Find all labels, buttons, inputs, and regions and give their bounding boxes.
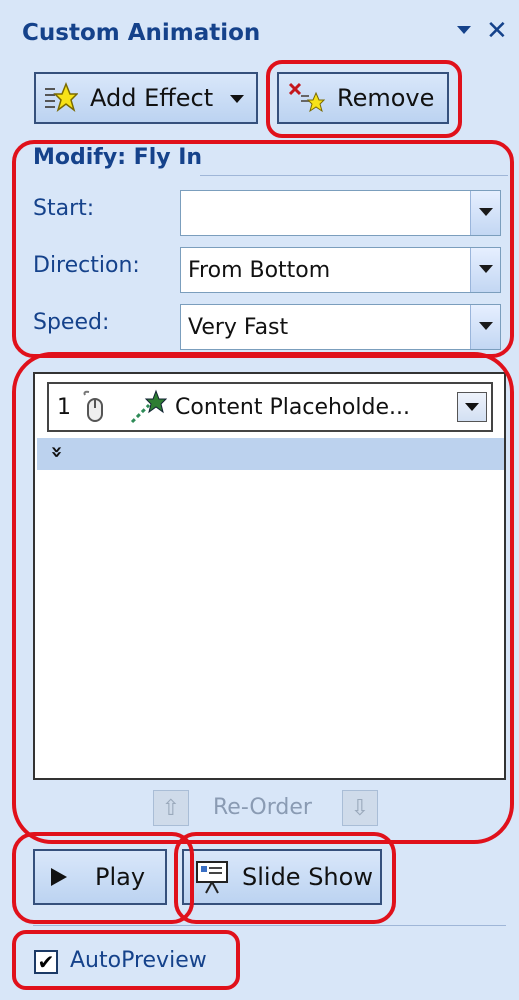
start-dropdown[interactable] bbox=[180, 190, 501, 236]
pane-menu-dropdown-icon[interactable] bbox=[457, 26, 471, 34]
direction-label: Direction: bbox=[33, 253, 140, 278]
custom-animation-pane: Custom Animation ✕ Add Effect Remove Mod… bbox=[0, 0, 519, 1000]
list-item[interactable]: 1 Content Placeholde... bbox=[47, 382, 493, 432]
checkmark-icon: ✔ bbox=[37, 950, 55, 974]
direction-dropdown[interactable]: From Bottom bbox=[180, 247, 501, 293]
autopreview-label[interactable]: AutoPreview bbox=[70, 948, 207, 973]
modify-section-title: Modify: Fly In bbox=[33, 145, 203, 170]
chevron-down-icon[interactable] bbox=[470, 248, 500, 292]
reorder-label: Re-Order bbox=[213, 795, 312, 820]
reorder-down-button[interactable]: ⇩ bbox=[342, 790, 378, 826]
remove-label: Remove bbox=[337, 84, 435, 112]
slide-show-button[interactable]: Slide Show bbox=[182, 849, 382, 905]
chevron-down-icon[interactable] bbox=[470, 305, 500, 349]
arrow-up-icon: ⇧ bbox=[161, 795, 181, 821]
speed-dropdown[interactable]: Very Fast bbox=[180, 304, 501, 350]
mouse-click-icon bbox=[79, 389, 107, 425]
remove-button[interactable]: Remove bbox=[277, 72, 449, 124]
arrow-down-icon: ⇩ bbox=[350, 795, 370, 821]
play-button[interactable]: Play bbox=[33, 849, 167, 905]
start-label: Start: bbox=[33, 196, 95, 221]
add-effect-label: Add Effect bbox=[90, 84, 214, 112]
play-icon bbox=[51, 868, 67, 886]
reorder-up-button[interactable]: ⇧ bbox=[153, 790, 189, 826]
pane-title: Custom Animation bbox=[22, 20, 261, 46]
chevron-down-icon bbox=[230, 95, 244, 103]
section-divider bbox=[200, 175, 508, 176]
play-label: Play bbox=[95, 863, 146, 891]
remove-effect-icon bbox=[288, 82, 325, 113]
chevron-down-icon[interactable] bbox=[457, 392, 487, 422]
expand-icon[interactable]: » bbox=[45, 446, 69, 459]
slide-show-label: Slide Show bbox=[242, 863, 373, 891]
expand-contents-bar[interactable]: » bbox=[37, 438, 504, 470]
autopreview-checkbox[interactable]: ✔ bbox=[34, 950, 58, 974]
list-item-number: 1 bbox=[57, 394, 71, 420]
animation-list[interactable]: 1 Content Placeholde... » bbox=[33, 372, 506, 780]
speed-label: Speed: bbox=[33, 310, 110, 335]
speed-value: Very Fast bbox=[188, 314, 289, 340]
list-item-label: Content Placeholde... bbox=[175, 394, 410, 420]
chevron-down-icon[interactable] bbox=[470, 191, 500, 235]
section-divider bbox=[33, 925, 506, 926]
add-effect-star-icon bbox=[45, 82, 78, 112]
fly-in-effect-icon bbox=[129, 389, 168, 425]
close-icon[interactable]: ✕ bbox=[486, 16, 508, 46]
direction-value: From Bottom bbox=[188, 257, 331, 283]
slide-show-icon bbox=[196, 861, 228, 894]
add-effect-button[interactable]: Add Effect bbox=[34, 72, 258, 124]
